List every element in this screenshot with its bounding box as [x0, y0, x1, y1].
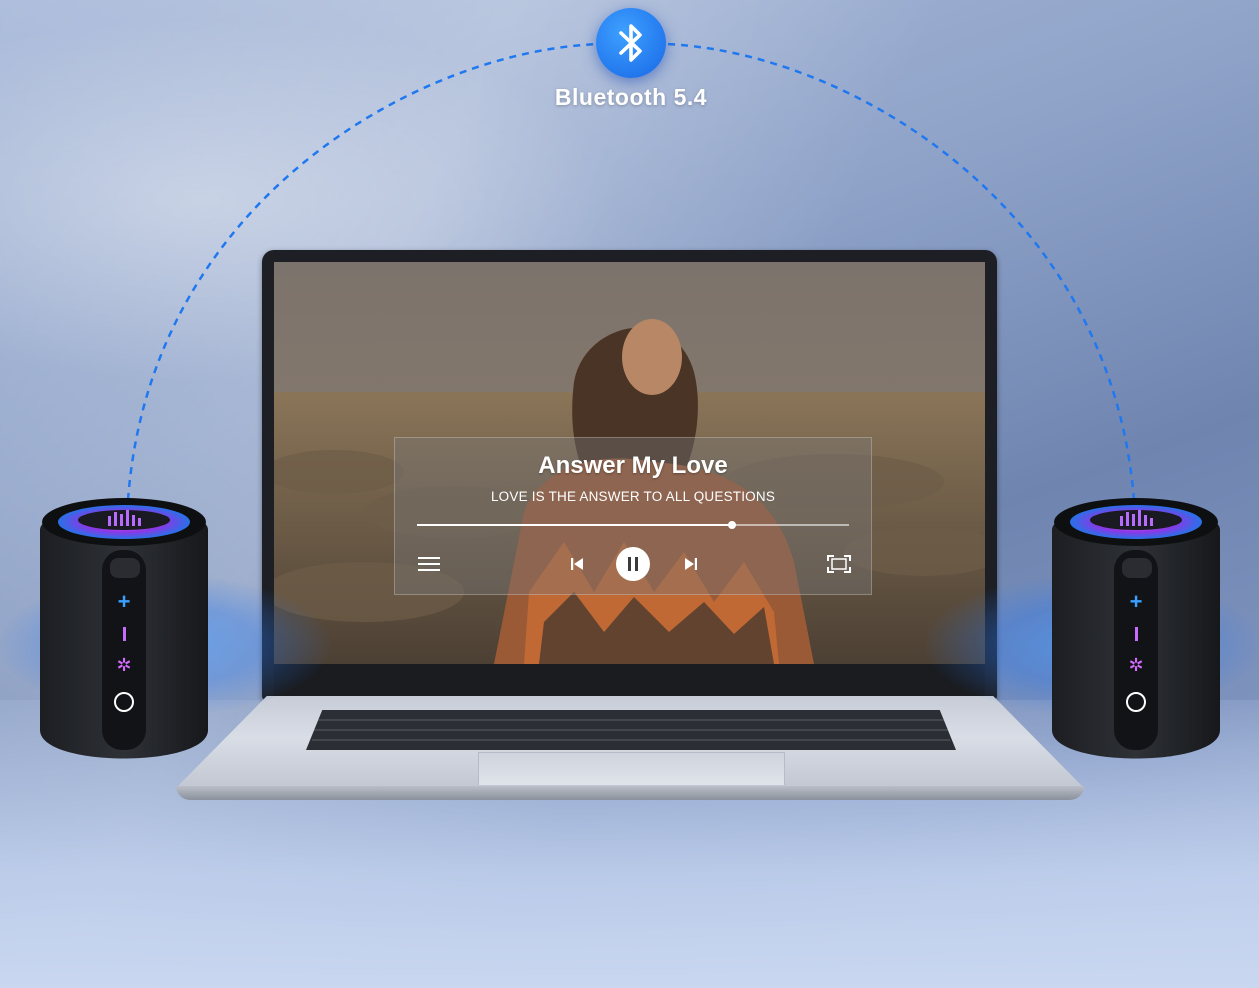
menu-icon: [418, 557, 440, 571]
right-power-button[interactable]: [1122, 688, 1150, 716]
keyboard-keys: [312, 719, 950, 741]
right-volume-down-button[interactable]: [1124, 622, 1148, 646]
song-subtitle: LOVE IS THE ANSWER TO ALL QUESTIONS: [490, 489, 776, 504]
minus-icon: [1134, 627, 1138, 641]
pause-icon: [628, 557, 638, 571]
laptop-screen: Answer My Love LOVE IS THE ANSWER TO ALL…: [274, 262, 985, 664]
light-icon: ✲: [116, 654, 132, 675]
left-power-button[interactable]: [110, 688, 138, 716]
right-light-mode-button[interactable]: ✲: [1124, 653, 1148, 677]
progress-bar[interactable]: [417, 521, 849, 529]
next-track-button[interactable]: [679, 552, 703, 576]
music-player-overlay: Answer My Love LOVE IS THE ANSWER TO ALL…: [394, 437, 872, 595]
song-title: Answer My Love: [538, 452, 728, 479]
plus-icon: +: [1129, 589, 1143, 614]
plus-icon: +: [117, 589, 131, 614]
pause-button[interactable]: [616, 547, 650, 581]
skip-next-icon: [685, 558, 697, 570]
bluetooth-version-label: Bluetooth 5.4: [554, 84, 708, 110]
fullscreen-icon: [827, 555, 851, 573]
laptop-bezel-bottom: [274, 664, 985, 698]
light-icon: ✲: [1128, 654, 1144, 675]
left-volume-up-button[interactable]: +: [112, 589, 136, 614]
skip-previous-icon: [571, 558, 583, 570]
menu-button[interactable]: [415, 552, 443, 576]
bluetooth-icon: [619, 24, 642, 62]
progress-handle[interactable]: [728, 521, 737, 529]
previous-track-button[interactable]: [565, 552, 589, 576]
power-icon: [114, 692, 134, 712]
right-volume-up-button[interactable]: +: [1124, 589, 1148, 614]
left-light-mode-button[interactable]: ✲: [112, 653, 136, 677]
laptop-base-edge: [176, 786, 1084, 800]
laptop-trackpad: [478, 752, 785, 785]
power-icon: [1126, 692, 1146, 712]
right-speaker: + ✲: [1048, 490, 1224, 766]
bluetooth-badge: [596, 8, 666, 78]
fullscreen-button[interactable]: [825, 552, 853, 576]
left-volume-down-button[interactable]: [112, 622, 136, 646]
left-speaker: + ✲: [36, 490, 212, 766]
progress-fill: [417, 524, 733, 526]
minus-icon: [122, 627, 126, 641]
laptop-keyboard: [306, 710, 956, 750]
